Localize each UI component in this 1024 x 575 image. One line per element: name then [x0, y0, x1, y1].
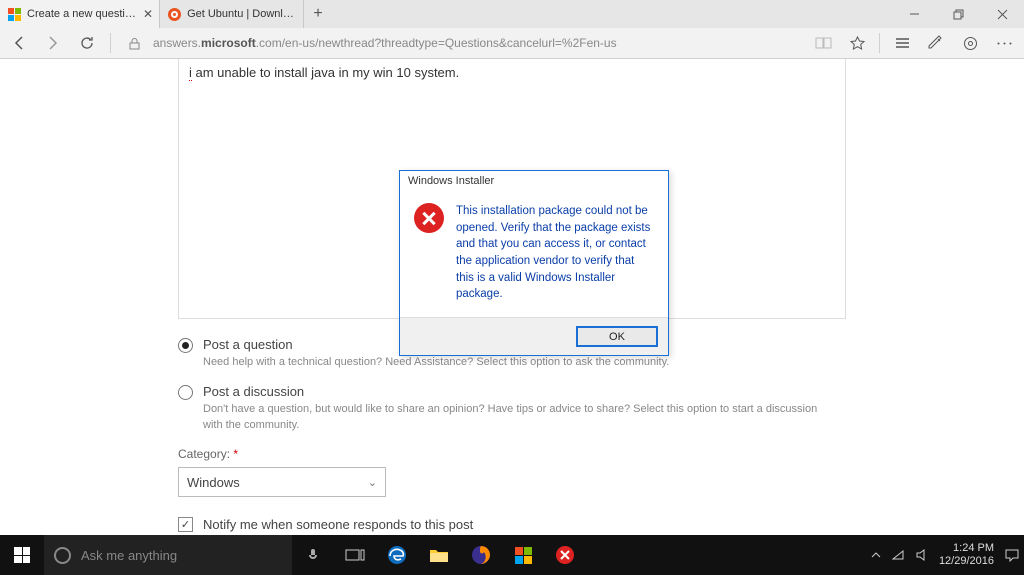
- windows-installer-dialog: Windows Installer This installation pack…: [399, 170, 669, 356]
- taskbar-app-close-indicator[interactable]: [544, 535, 586, 575]
- page-viewport: i am unable to install java in my win 10…: [0, 59, 1024, 535]
- tab-title: Get Ubuntu | Download | Ub: [187, 8, 297, 20]
- taskbar-app-microsoft-store[interactable]: [502, 535, 544, 575]
- microphone-icon[interactable]: [292, 535, 334, 575]
- hub-icon[interactable]: [886, 28, 918, 58]
- option-label: Post a discussion: [203, 384, 823, 399]
- address-bar: answers.microsoft.com/en-us/newthread?th…: [0, 28, 1024, 59]
- microsoft-favicon-icon: [8, 8, 21, 21]
- cortana-icon: [54, 547, 71, 564]
- tray-overflow-icon[interactable]: [871, 550, 881, 560]
- error-icon: [414, 203, 444, 233]
- lock-icon: [119, 28, 149, 58]
- taskbar-app-explorer[interactable]: [418, 535, 460, 575]
- windows-logo-icon: [14, 547, 30, 563]
- notify-checkbox-row[interactable]: ✓ Notify me when someone responds to thi…: [178, 517, 846, 532]
- refresh-button[interactable]: [72, 28, 102, 58]
- taskbar-app-firefox[interactable]: [460, 535, 502, 575]
- dialog-message: This installation package could not be o…: [456, 203, 654, 303]
- start-button[interactable]: [0, 535, 44, 575]
- system-tray: 1:24 PM 12/29/2016: [871, 542, 1024, 568]
- taskbar-app-edge[interactable]: [376, 535, 418, 575]
- window-controls: [892, 0, 1024, 28]
- checkbox-checked-icon[interactable]: ✓: [178, 517, 193, 532]
- minimize-button[interactable]: [892, 0, 936, 28]
- action-center-icon[interactable]: [1004, 548, 1020, 562]
- radio-selected-icon[interactable]: [178, 338, 193, 353]
- back-button[interactable]: [4, 28, 34, 58]
- tab-title: Create a new question c: [27, 8, 137, 20]
- chevron-down-icon: ⌄: [368, 476, 377, 489]
- share-icon[interactable]: [954, 28, 986, 58]
- close-tab-icon[interactable]: ✕: [143, 7, 153, 21]
- restore-button[interactable]: [936, 0, 980, 28]
- browser-tab-2[interactable]: Get Ubuntu | Download | Ub: [160, 0, 304, 28]
- option-description: Need help with a technical question? Nee…: [203, 355, 669, 370]
- notify-label: Notify me when someone responds to this …: [203, 517, 473, 532]
- more-icon[interactable]: [988, 28, 1020, 58]
- category-select[interactable]: Windows ⌄: [178, 467, 386, 497]
- url-field[interactable]: answers.microsoft.com/en-us/newthread?th…: [153, 36, 803, 50]
- webnote-icon[interactable]: [920, 28, 952, 58]
- new-tab-button[interactable]: +: [304, 0, 332, 28]
- radio-unselected-icon[interactable]: [178, 385, 193, 400]
- close-window-button[interactable]: [980, 0, 1024, 28]
- forward-button[interactable]: [38, 28, 68, 58]
- taskbar-clock[interactable]: 1:24 PM 12/29/2016: [939, 542, 994, 568]
- volume-icon[interactable]: [915, 549, 929, 561]
- category-label: Category: *: [178, 447, 846, 461]
- task-view-button[interactable]: [334, 535, 376, 575]
- network-icon[interactable]: [891, 549, 905, 561]
- post-type-discussion[interactable]: Post a discussion Don't have a question,…: [178, 384, 846, 433]
- ubuntu-favicon-icon: [168, 8, 181, 21]
- dialog-title: Windows Installer: [400, 171, 668, 191]
- option-description: Don't have a question, but would like to…: [203, 402, 823, 433]
- cortana-search[interactable]: Ask me anything: [44, 535, 292, 575]
- reading-view-icon[interactable]: [807, 28, 839, 58]
- browser-tab-strip: Create a new question c ✕ Get Ubuntu | D…: [0, 0, 1024, 28]
- ok-button[interactable]: OK: [576, 326, 658, 347]
- windows-taskbar: Ask me anything 1:24 PM 12/29/2016: [0, 535, 1024, 575]
- favorite-icon[interactable]: [841, 28, 873, 58]
- browser-tab-1[interactable]: Create a new question c ✕: [0, 0, 160, 28]
